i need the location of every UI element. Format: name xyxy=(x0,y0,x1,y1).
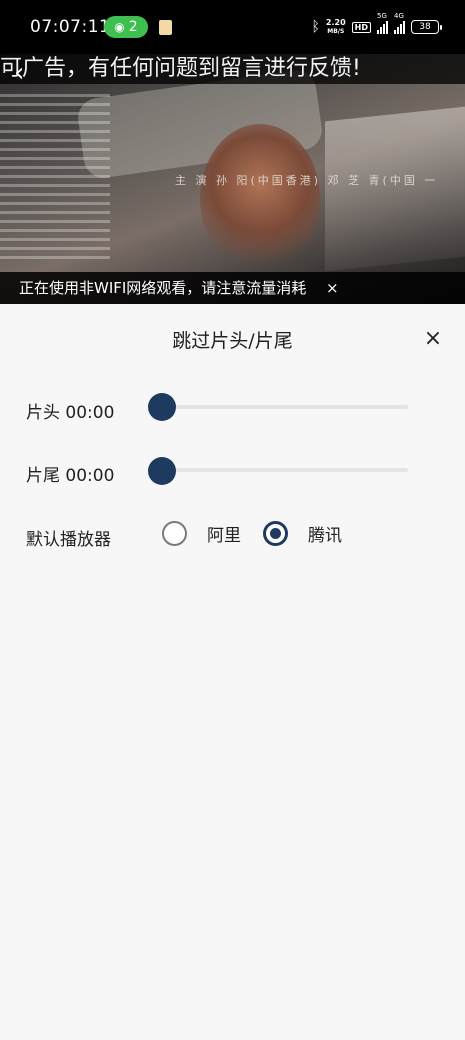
video-player[interactable]: 主 演 孙 阳(中国香港) 邓 芝 青(中国 一 可广告，有任何问题到留言进行反… xyxy=(0,54,465,304)
close-panel-button[interactable]: × xyxy=(422,328,444,350)
intro-slider[interactable] xyxy=(161,405,408,409)
status-time: 07:07:11 xyxy=(30,17,111,37)
signal-icon: 4G xyxy=(394,12,405,34)
battery-level: 38 xyxy=(419,22,431,32)
outro-slider-thumb[interactable] xyxy=(148,457,176,485)
wifi-hotspot-icon: ◉ xyxy=(114,20,125,34)
video-frame-noise xyxy=(0,94,110,264)
status-right: ᛒ 2.20 MB/S HD 5G 4G 38 xyxy=(311,12,442,38)
bluetooth-icon: ᛒ xyxy=(311,19,320,35)
back-button[interactable]: ‹ xyxy=(14,60,36,86)
outro-slider[interactable] xyxy=(161,468,408,472)
video-credits: 主 演 孙 阳(中国香港) 邓 芝 青(中国 一 xyxy=(175,174,439,187)
radio-ali[interactable] xyxy=(162,521,187,546)
network-warning-text: 正在使用非WIFI网络观看，请注意流量消耗 xyxy=(19,279,307,297)
screen: 07:07:11 ◉ 2 ᛒ 2.20 MB/S HD 5G 4G 38 主 演… xyxy=(0,0,465,1040)
intro-label: 片头 00:00 xyxy=(26,403,115,423)
skip-settings-panel: 跳过片头/片尾 × 片头 00:00 片尾 00:00 默认播放器 阿里 腾讯 xyxy=(0,304,465,1040)
status-bar: 07:07:11 ◉ 2 ᛒ 2.20 MB/S HD 5G 4G 38 xyxy=(0,0,465,54)
note-icon xyxy=(159,20,172,35)
hotspot-count: 2 xyxy=(128,19,138,35)
close-warning-button[interactable]: × xyxy=(326,272,339,304)
video-frame-face xyxy=(200,124,320,274)
network-warning-bar: 正在使用非WIFI网络观看，请注意流量消耗 × xyxy=(0,272,465,304)
hotspot-badge: ◉ 2 xyxy=(104,16,148,38)
net-speed: 2.20 MB/S xyxy=(325,18,346,35)
radio-tencent[interactable] xyxy=(263,521,288,546)
video-frame-right xyxy=(325,106,465,272)
radio-ali-label[interactable]: 阿里 xyxy=(207,521,241,546)
hd-badge: HD xyxy=(351,21,371,33)
intro-slider-thumb[interactable] xyxy=(148,393,176,421)
outro-label: 片尾 00:00 xyxy=(26,466,115,486)
marquee-notice: 可广告，有任何问题到留言进行反馈! xyxy=(0,54,465,84)
panel-title: 跳过片头/片尾 xyxy=(172,330,293,352)
signal-icon: 5G xyxy=(377,12,388,34)
player-label: 默认播放器 xyxy=(26,530,111,550)
radio-tencent-label[interactable]: 腾讯 xyxy=(308,521,342,546)
player-radio-group: 阿里 腾讯 xyxy=(162,521,364,546)
battery-icon: 38 xyxy=(411,20,442,34)
